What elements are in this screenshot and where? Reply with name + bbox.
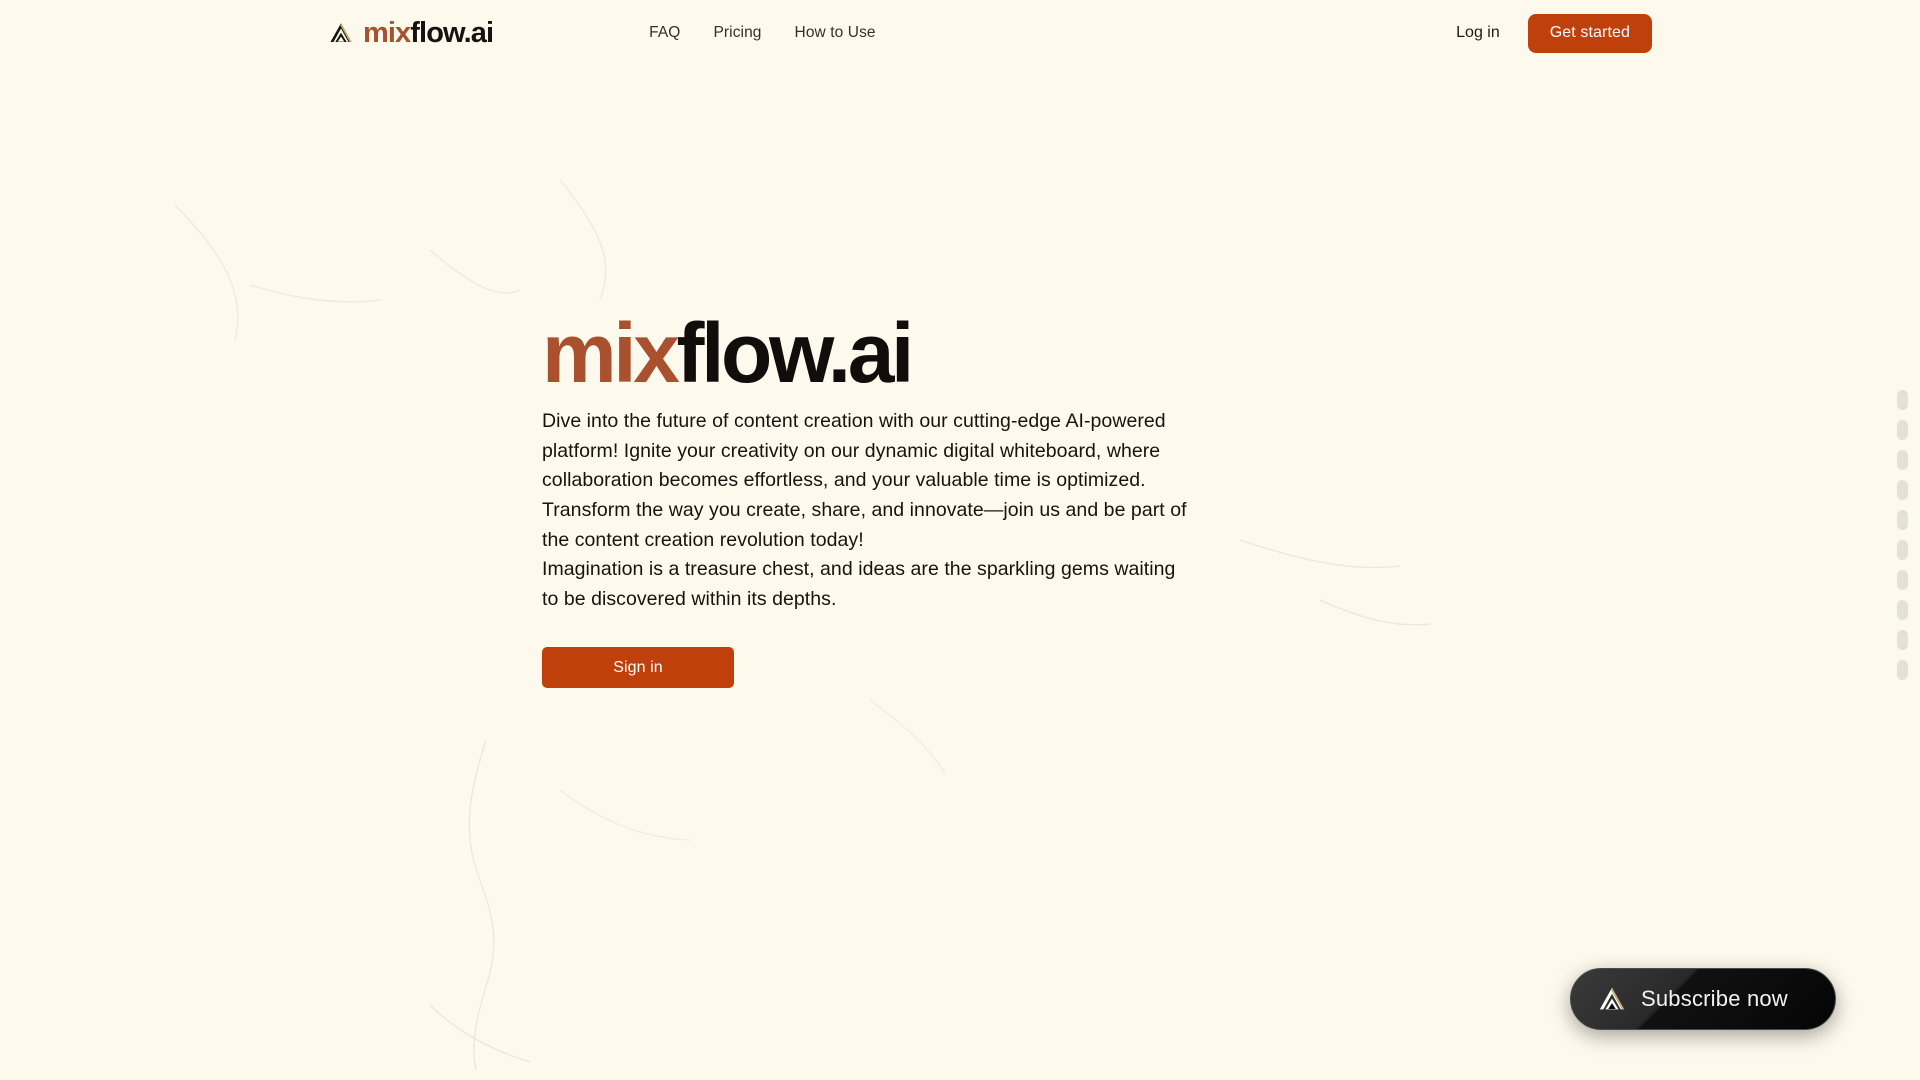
site-logo[interactable]: mixflow.ai bbox=[328, 16, 494, 49]
sign-in-button[interactable]: Sign in bbox=[542, 647, 734, 689]
get-started-button[interactable]: Get started bbox=[1527, 13, 1652, 53]
site-logo-wordmark: mixflow.ai bbox=[363, 16, 494, 49]
scroll-indicator-segment[interactable] bbox=[1897, 660, 1908, 680]
mountain-chevron-icon bbox=[1599, 987, 1625, 1010]
page-title-secondary: flow.ai bbox=[676, 306, 915, 400]
scroll-indicator-segment[interactable] bbox=[1897, 570, 1908, 590]
scroll-indicator-segment[interactable] bbox=[1897, 450, 1908, 470]
nav-link-how-to-use[interactable]: How to Use bbox=[795, 24, 876, 42]
header-actions: Log in Get started bbox=[1456, 13, 1652, 53]
log-in-link[interactable]: Log in bbox=[1456, 24, 1500, 42]
logo-text-primary: mix bbox=[363, 16, 411, 49]
scroll-indicator-segment[interactable] bbox=[1897, 480, 1908, 500]
main-navigation: FAQ Pricing How to Use bbox=[649, 24, 876, 42]
scroll-indicator-segment[interactable] bbox=[1897, 540, 1908, 560]
site-header: mixflow.ai FAQ Pricing How to Use Log in… bbox=[0, 0, 1920, 66]
page-title: mixflow.ai bbox=[542, 311, 1202, 395]
scroll-indicator-segment[interactable] bbox=[1897, 390, 1908, 410]
scroll-indicator-segment[interactable] bbox=[1897, 630, 1908, 650]
scroll-indicator-segment[interactable] bbox=[1897, 420, 1908, 440]
hero-section: mixflow.ai Dive into the future of conte… bbox=[542, 311, 1202, 689]
scroll-indicator[interactable] bbox=[1897, 390, 1908, 680]
page-title-primary: mix bbox=[542, 306, 680, 400]
hero-paragraph-2: Imagination is a treasure chest, and ide… bbox=[542, 558, 1176, 610]
scroll-indicator-segment[interactable] bbox=[1897, 600, 1908, 620]
nav-link-pricing[interactable]: Pricing bbox=[713, 24, 761, 42]
mountain-chevron-icon bbox=[330, 23, 352, 42]
subscribe-now-label: Subscribe now bbox=[1641, 986, 1788, 1011]
subscribe-now-button[interactable]: Subscribe now bbox=[1570, 968, 1836, 1030]
logo-text-secondary: flow.ai bbox=[410, 16, 494, 49]
hero-description: Dive into the future of content creation… bbox=[542, 407, 1188, 614]
nav-link-faq[interactable]: FAQ bbox=[649, 24, 680, 42]
hero-paragraph-1: Dive into the future of content creation… bbox=[542, 410, 1187, 551]
scroll-indicator-segment[interactable] bbox=[1897, 510, 1908, 530]
